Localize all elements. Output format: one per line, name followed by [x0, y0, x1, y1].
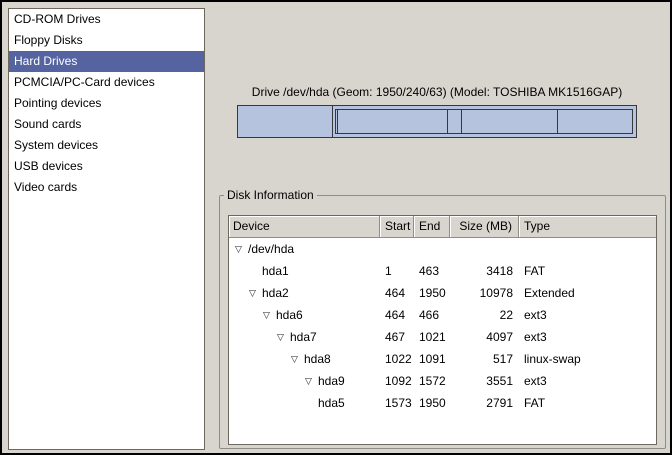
device-cell: ▽hda6	[229, 304, 380, 326]
table-row-hda7[interactable]: ▽hda746710214097ext3	[229, 326, 656, 348]
disk-table-header: DeviceStartEndSize (MB)Type	[229, 216, 656, 238]
column-header-end[interactable]: End	[414, 216, 450, 238]
device-cell: hda1	[229, 260, 380, 282]
size-cell: 10978	[450, 282, 519, 304]
size-cell	[450, 238, 519, 260]
expander-icon[interactable]: ▽	[291, 348, 304, 370]
end-cell: 1091	[414, 348, 450, 370]
column-header-size-mb-[interactable]: Size (MB)	[450, 216, 519, 238]
start-cell: 464	[380, 282, 414, 304]
disk-information-frame: Disk Information DeviceStartEndSize (MB)…	[219, 188, 666, 449]
logical-partition-divider	[447, 110, 448, 133]
sidebar-item-usb-devices[interactable]: USB devices	[9, 156, 204, 177]
device-label: hda1	[262, 260, 289, 282]
type-cell: ext3	[519, 326, 656, 348]
disk-information-frame-label: Disk Information	[224, 188, 317, 202]
type-cell	[519, 238, 656, 260]
type-cell: FAT	[519, 392, 656, 414]
type-cell: Extended	[519, 282, 656, 304]
size-cell: 2791	[450, 392, 519, 414]
device-cell: ▽/dev/hda	[229, 238, 380, 260]
logical-partition-divider	[461, 110, 462, 133]
start-cell: 467	[380, 326, 414, 348]
logical-partition-divider	[557, 110, 558, 133]
size-cell: 517	[450, 348, 519, 370]
table-row-hda8[interactable]: ▽hda810221091517linux-swap	[229, 348, 656, 370]
table-row-hda2[interactable]: ▽hda2464195010978Extended	[229, 282, 656, 304]
type-cell: FAT	[519, 260, 656, 282]
end-cell: 1950	[414, 282, 450, 304]
device-label: hda2	[262, 282, 289, 304]
end-cell: 1572	[414, 370, 450, 392]
partition-bar	[237, 105, 637, 138]
sidebar-item-sound-cards[interactable]: Sound cards	[9, 114, 204, 135]
expander-icon[interactable]: ▽	[235, 238, 248, 260]
size-cell: 4097	[450, 326, 519, 348]
sidebar-item-pcmcia-pc-card-devices[interactable]: PCMCIA/PC-Card devices	[9, 72, 204, 93]
size-cell: 22	[450, 304, 519, 326]
device-label: hda9	[318, 370, 345, 392]
table-row-hda5[interactable]: hda5 157319502791FAT	[229, 392, 656, 414]
table-row--dev-hda[interactable]: ▽/dev/hda	[229, 238, 656, 260]
disk-table: DeviceStartEndSize (MB)Type ▽/dev/hdahda…	[228, 215, 657, 445]
start-cell	[380, 238, 414, 260]
end-cell: 1950	[414, 392, 450, 414]
device-cell: ▽hda2	[229, 282, 380, 304]
device-category-list: CD-ROM DrivesFloppy DisksHard DrivesPCMC…	[8, 8, 205, 450]
device-cell: ▽hda9	[229, 370, 380, 392]
column-header-device[interactable]: Device	[229, 216, 380, 238]
device-label: hda6	[276, 304, 303, 326]
expander-icon[interactable]: ▽	[249, 282, 262, 304]
logical-partition-divider	[337, 110, 338, 133]
type-cell: ext3	[519, 304, 656, 326]
start-cell: 1022	[380, 348, 414, 370]
device-cell: hda5	[229, 392, 380, 414]
disk-table-body: ▽/dev/hdahda114633418FAT▽hda246419501097…	[229, 238, 656, 414]
column-header-start[interactable]: Start	[380, 216, 414, 238]
sidebar-item-floppy-disks[interactable]: Floppy Disks	[9, 30, 204, 51]
device-cell: ▽hda7	[229, 326, 380, 348]
end-cell: 463	[414, 260, 450, 282]
sidebar-item-hard-drives[interactable]: Hard Drives	[9, 51, 204, 72]
start-cell: 1	[380, 260, 414, 282]
device-label: /dev/hda	[248, 238, 294, 260]
end-cell: 466	[414, 304, 450, 326]
sidebar-item-video-cards[interactable]: Video cards	[9, 177, 204, 198]
drive-geometry-label: Drive /dev/hda (Geom: 1950/240/63) (Mode…	[207, 85, 667, 99]
device-label: hda5	[318, 392, 345, 414]
sidebar-item-system-devices[interactable]: System devices	[9, 135, 204, 156]
table-row-hda1[interactable]: hda1 14633418FAT	[229, 260, 656, 282]
expander-icon[interactable]: ▽	[263, 304, 276, 326]
size-cell: 3551	[450, 370, 519, 392]
end-cell	[414, 238, 450, 260]
expander-icon[interactable]: ▽	[305, 370, 318, 392]
type-cell: linux-swap	[519, 348, 656, 370]
start-cell: 464	[380, 304, 414, 326]
table-row-hda9[interactable]: ▽hda9109215723551ext3	[229, 370, 656, 392]
start-cell: 1092	[380, 370, 414, 392]
sidebar-item-pointing-devices[interactable]: Pointing devices	[9, 93, 204, 114]
expander-icon[interactable]: ▽	[277, 326, 290, 348]
primary-partition-divider	[332, 106, 333, 137]
column-header-type[interactable]: Type	[519, 216, 656, 238]
type-cell: ext3	[519, 370, 656, 392]
table-row-hda6[interactable]: ▽hda646446622ext3	[229, 304, 656, 326]
device-cell: ▽hda8	[229, 348, 380, 370]
sidebar-item-cd-rom-drives[interactable]: CD-ROM Drives	[9, 9, 204, 30]
device-label: hda8	[304, 348, 331, 370]
size-cell: 3418	[450, 260, 519, 282]
device-label: hda7	[290, 326, 317, 348]
end-cell: 1021	[414, 326, 450, 348]
hardware-browser-window: CD-ROM DrivesFloppy DisksHard DrivesPCMC…	[0, 0, 672, 455]
extended-partition-region	[335, 109, 633, 134]
start-cell: 1573	[380, 392, 414, 414]
